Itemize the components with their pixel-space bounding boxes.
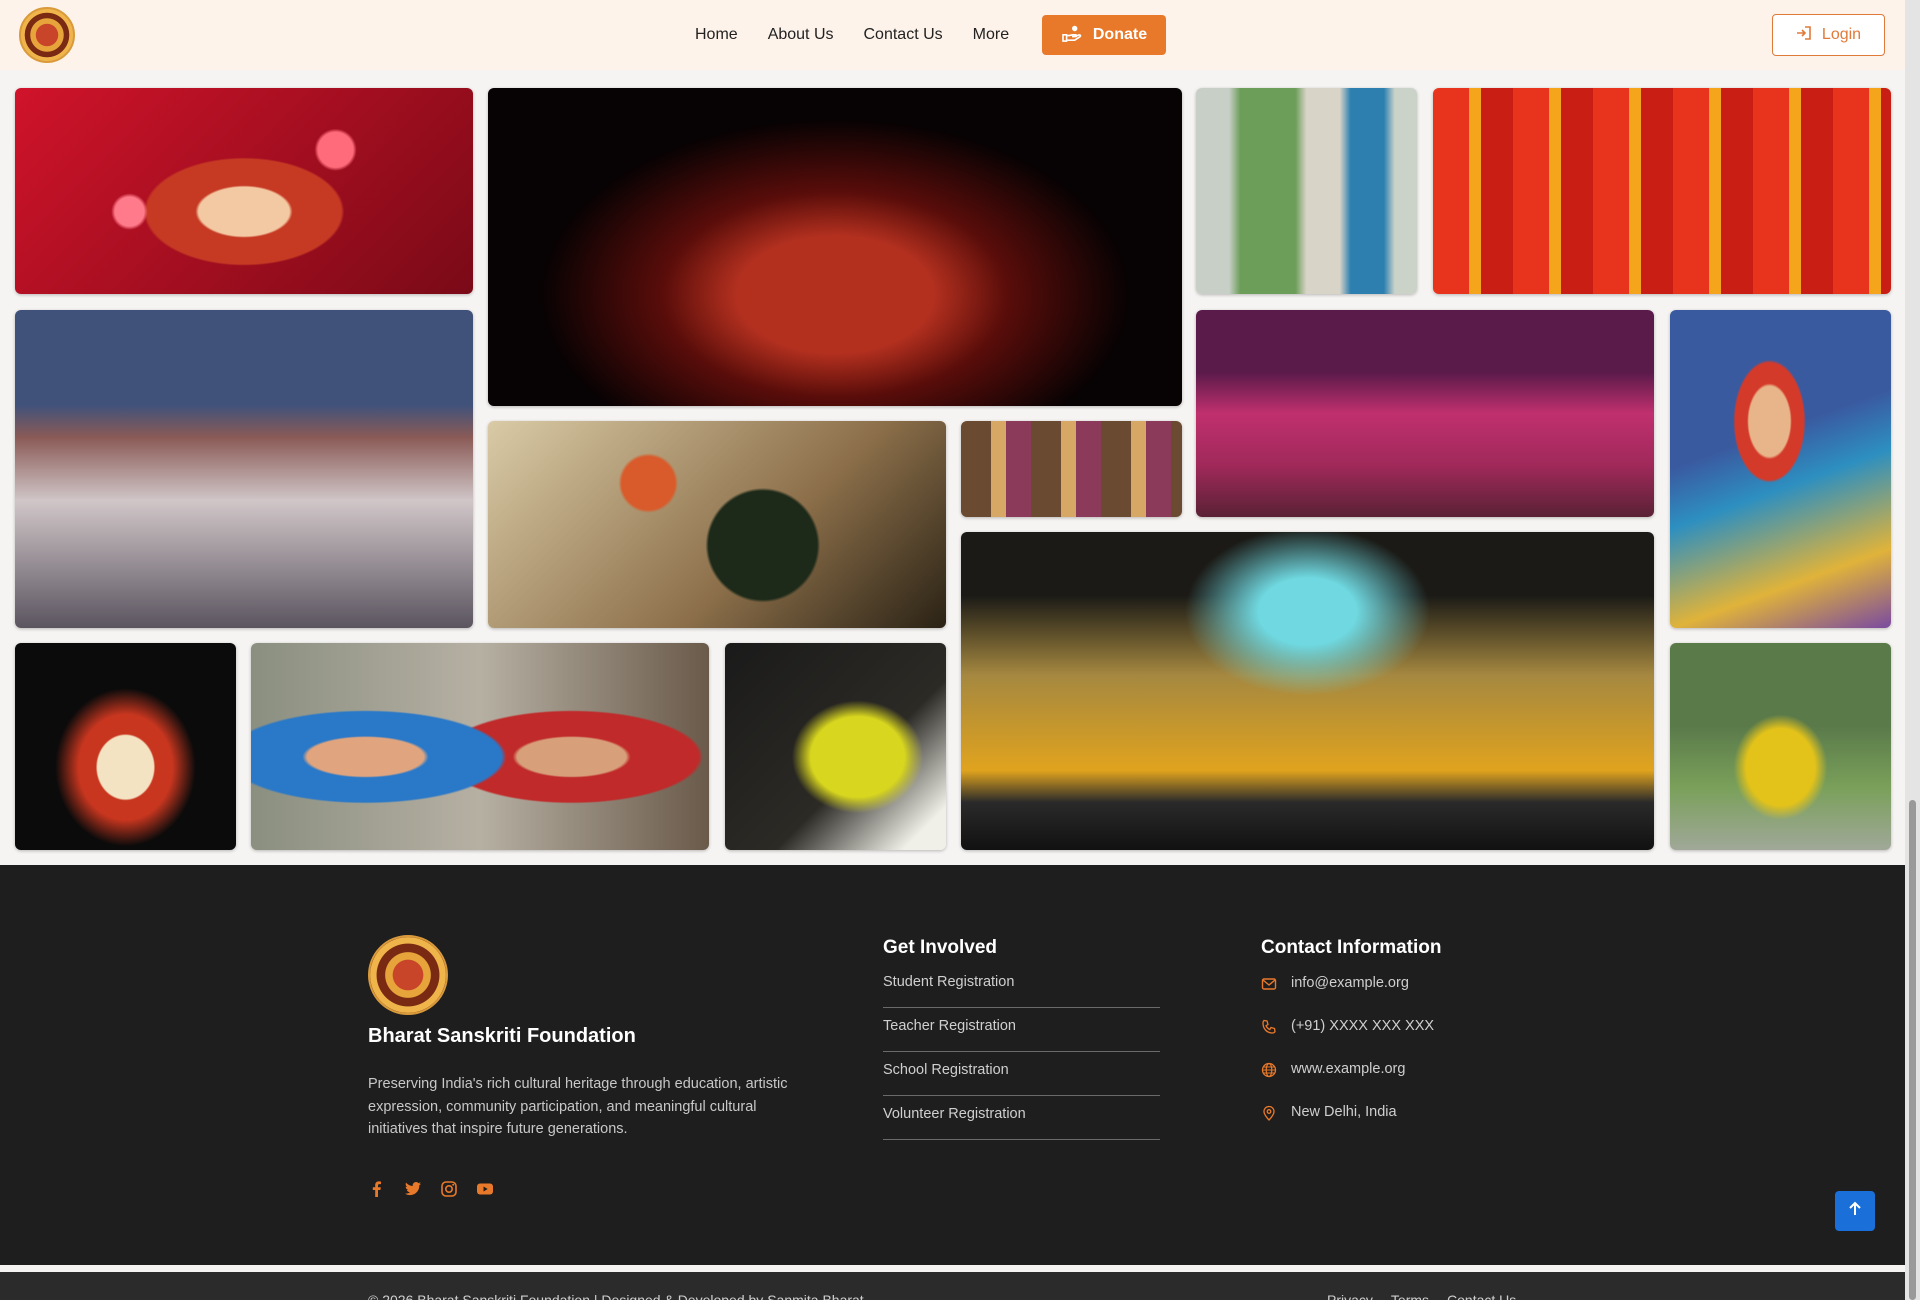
photo-gallery [0,70,1905,865]
gallery-photo-folk-dance[interactable] [1196,310,1654,517]
gallery-photo-bharatanatyam-group[interactable] [488,88,1182,406]
contact-location-text: New Delhi, India [1291,1104,1397,1120]
contact-email-text: info@example.org [1291,975,1409,991]
mail-icon [1261,975,1277,996]
footer-description: Preserving India's rich cultural heritag… [368,1076,788,1137]
teacher-registration-link[interactable]: Teacher Registration [883,1008,1160,1052]
privacy-link[interactable]: Privacy [1327,1292,1373,1300]
school-registration-link[interactable]: School Registration [883,1052,1160,1096]
social-links [368,1180,494,1198]
get-involved-heading: Get Involved [883,937,998,958]
phone-icon [1261,1018,1277,1039]
contact-heading: Contact Information [1261,937,1442,958]
footer-org-name: Bharat Sanskriti Foundation [368,1025,636,1047]
nav-contact-us[interactable]: Contact Us [864,26,943,44]
contact-phone-text: (+91) XXXX XXX XXX [1291,1018,1435,1034]
instagram-icon[interactable] [440,1180,458,1198]
gallery-photo-girls-flute[interactable] [251,643,709,850]
nav-about-us[interactable]: About Us [768,26,834,44]
bottom-contact-link[interactable]: Contact Us [1447,1292,1516,1300]
login-button[interactable]: Login [1772,14,1885,56]
login-label: Login [1821,26,1862,43]
location-pin-icon [1261,1104,1277,1125]
back-to-top-button[interactable] [1835,1191,1875,1231]
arrow-up-icon [1846,1200,1864,1222]
scrollbar-thumb[interactable] [1909,800,1916,1300]
contact-website-text: www.example.org [1291,1061,1406,1077]
footer-bottom-bar: © 2026 Bharat Sanskriti Foundation | Des… [0,1272,1905,1300]
gallery-photo-tabla-player[interactable] [725,643,946,850]
globe-icon [1261,1061,1277,1082]
contact-list: info@example.org (+91) XXXX XXX XXX www.… [1261,975,1434,1147]
copyright-text: © 2026 Bharat Sanskriti Foundation | Des… [368,1292,864,1300]
donate-hand-icon [1061,24,1083,47]
gallery-photo-musician-mural[interactable] [488,421,946,628]
gallery-photo-dancers-closeup[interactable] [961,421,1182,517]
gallery-photo-odissi-dancers[interactable] [1196,88,1417,294]
twitter-icon[interactable] [404,1180,422,1198]
terms-link[interactable]: Terms [1391,1292,1429,1300]
gallery-photo-kathakali[interactable] [15,643,236,850]
contact-location: New Delhi, India [1261,1104,1434,1147]
contact-phone[interactable]: (+91) XXXX XXX XXX [1261,1018,1434,1061]
contact-email[interactable]: info@example.org [1261,975,1434,1018]
gallery-photo-krishna-dance[interactable] [1670,643,1891,850]
gallery-photo-theatre-performers[interactable] [15,310,473,628]
login-icon [1796,25,1812,46]
site-header: Home About Us Contact Us More Donate Log… [0,0,1905,70]
get-involved-list: Student Registration Teacher Registratio… [883,972,1160,1140]
site-footer: Bharat Sanskriti Foundation Preserving I… [0,865,1905,1265]
contact-website[interactable]: www.example.org [1261,1061,1434,1104]
gallery-photo-dancer-namaste[interactable] [1670,310,1891,628]
nav-home[interactable]: Home [695,26,738,44]
gallery-photo-dancer-red[interactable] [15,88,473,294]
volunteer-registration-link[interactable]: Volunteer Registration [883,1096,1160,1140]
foundation-logo[interactable] [19,7,75,63]
donate-label: Donate [1092,26,1148,43]
student-registration-link[interactable]: Student Registration [883,972,1160,1008]
main-nav: Home About Us Contact Us More [695,0,1009,70]
youtube-icon[interactable] [476,1180,494,1198]
footer-logo [368,935,448,1015]
gallery-photo-stage-event[interactable] [961,532,1654,850]
gallery-photo-singers-red[interactable] [1433,88,1891,294]
facebook-icon[interactable] [368,1180,386,1198]
donate-button[interactable]: Donate [1042,15,1166,55]
nav-more[interactable]: More [973,26,1009,44]
bottom-links: Privacy Terms Contact Us [1327,1292,1516,1300]
